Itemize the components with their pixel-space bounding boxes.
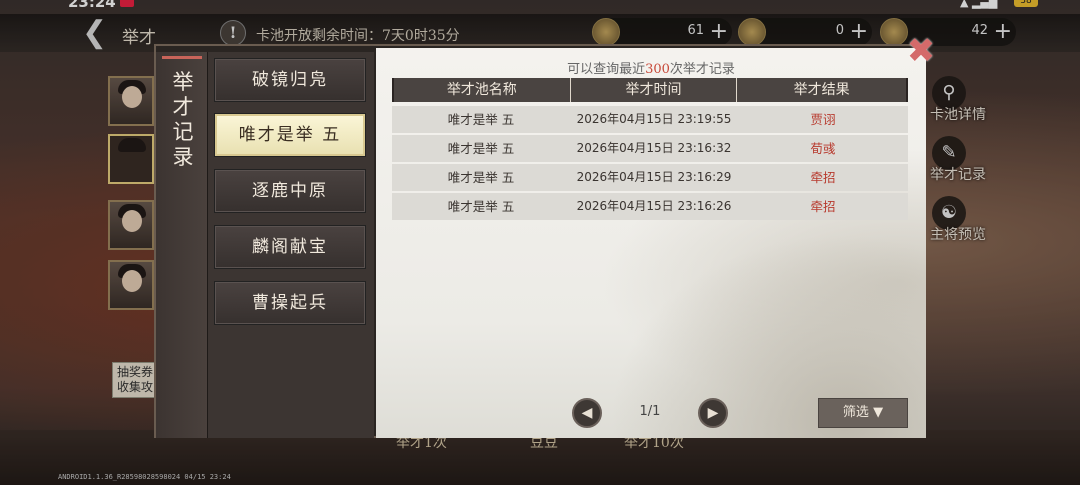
pool-tab[interactable]: 曹操起兵: [214, 281, 366, 325]
cell-result: 牵招: [810, 199, 836, 214]
pool-tab[interactable]: 麟阁献宝: [214, 225, 366, 269]
table-row: 唯才是举 五 2026年04月15日 23:19:55 贾诩: [392, 106, 908, 133]
cell-time: 2026年04月15日 23:16:29: [576, 170, 732, 184]
page-indicator: 1/1: [639, 404, 661, 419]
pool-tab[interactable]: 破镜归凫: [214, 58, 366, 102]
cell-result: 贾诩: [810, 112, 836, 127]
filter-label: 筛选: [842, 405, 869, 420]
table-body: 唯才是举 五 2026年04月15日 23:19:55 贾诩 唯才是举 五 20…: [392, 106, 908, 222]
column-result: 举才结果: [793, 82, 850, 98]
record-hint: 可以查询最近300次举才记录: [567, 62, 735, 77]
record-limit: 300: [645, 62, 670, 77]
cell-time: 2026年04月15日 23:16:26: [576, 199, 732, 213]
column-time: 举才时间: [571, 78, 738, 102]
table-row: 唯才是举 五 2026年04月15日 23:16:26 牵招: [392, 193, 908, 220]
funnel-icon: ▼: [873, 405, 884, 420]
filter-button[interactable]: 筛选 ▼: [818, 398, 908, 428]
table-header: 举才池名称 举才时间 举才结果: [392, 78, 908, 102]
cell-result: 牵招: [810, 170, 836, 185]
next-page-button[interactable]: ▶: [698, 398, 728, 428]
table-row: 唯才是举 五 2026年04月15日 23:16:32 荀彧: [392, 135, 908, 162]
cell-result: 荀彧: [810, 141, 836, 156]
cell-pool: 唯才是举 五: [447, 112, 515, 127]
cell-pool: 唯才是举 五: [447, 170, 515, 185]
cell-time: 2026年04月15日 23:19:55: [576, 112, 732, 126]
cell-time: 2026年04月15日 23:16:32: [576, 141, 732, 155]
table-row: 唯才是举 五 2026年04月15日 23:16:29 牵招: [392, 164, 908, 191]
column-pool-name: 举才池名称: [394, 78, 571, 102]
pool-tab[interactable]: 逐鹿中原: [214, 169, 366, 213]
cell-pool: 唯才是举 五: [447, 141, 515, 156]
modal-title: 举才记录: [172, 70, 194, 169]
prev-page-button[interactable]: ◀: [572, 398, 602, 428]
cell-pool: 唯才是举 五: [447, 199, 515, 214]
pool-tab-active[interactable]: 唯才是举 五: [214, 113, 366, 157]
